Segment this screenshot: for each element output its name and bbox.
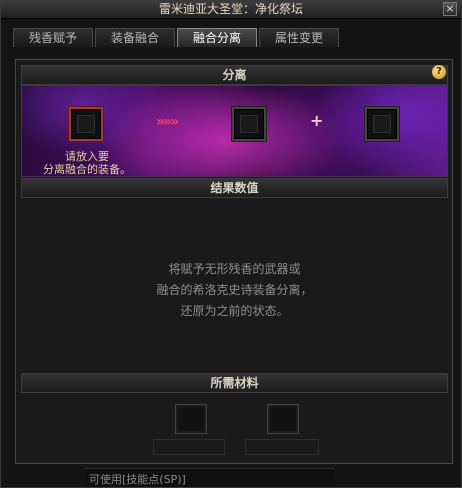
separation-banner: »»» + 请放入要 分离融合的装备。 <box>21 85 448 177</box>
result-section-title: 结果数值 <box>21 178 448 198</box>
input-hint: 请放入要 分离融合的装备。 <box>32 150 142 176</box>
tab-attribute-change[interactable]: 属性变更 <box>259 28 339 47</box>
materials-section-title: 所需材料 <box>21 373 448 393</box>
tab-scent-grant[interactable]: 残香赋予 <box>13 28 93 47</box>
tab-fusion-separation[interactable]: 融合分离 <box>177 28 257 47</box>
material-slot-1[interactable] <box>175 404 207 434</box>
result-slot-1[interactable] <box>232 107 266 141</box>
result-desc-line1: 将赋予无形残香的武器或 <box>168 262 301 276</box>
window-title: 雷米迪亚大圣堂：净化祭坛 <box>1 1 461 19</box>
result-desc-line3: 还原为之前的状态。 <box>180 304 289 318</box>
help-icon[interactable]: ? <box>432 65 446 79</box>
input-hint-line2: 分离融合的装备。 <box>43 163 131 176</box>
equipment-input-slot[interactable] <box>69 107 103 141</box>
tab-equipment-fusion[interactable]: 装备融合 <box>95 28 175 47</box>
result-desc-line2: 融合的希洛克史诗装备分离， <box>156 283 313 297</box>
input-hint-line1: 请放入要 <box>65 150 109 163</box>
result-slot-2[interactable] <box>365 107 399 141</box>
material-count-1 <box>153 439 225 455</box>
purification-altar-window: 雷米迪亚大圣堂：净化祭坛 × 残香赋予 装备融合 融合分离 属性变更 分离 ? … <box>0 0 462 488</box>
plus-icon: + <box>310 111 324 130</box>
separation-section-title: 分离 <box>21 65 448 85</box>
arrow-icon: »»» <box>156 114 179 130</box>
material-slot-2[interactable] <box>267 404 299 434</box>
material-count-2 <box>245 439 319 455</box>
sp-footer-label: 可使用[技能点(SP)] <box>89 473 186 486</box>
result-description: 将赋予无形残香的武器或 融合的希洛克史诗装备分离， 还原为之前的状态。 <box>21 259 448 322</box>
close-button[interactable]: × <box>443 2 457 16</box>
